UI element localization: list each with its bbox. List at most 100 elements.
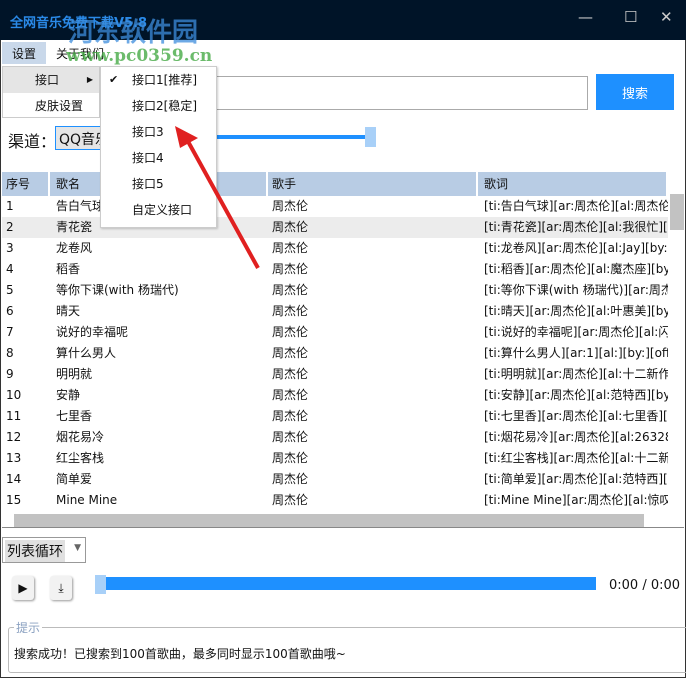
table-row[interactable]: 14 简单爱 周杰伦 [ti:简单爱][ar:周杰伦][al:范特西][... — [2, 469, 668, 490]
cell-lyrics: [ti:Mine Mine][ar:周杰伦][al:惊叹... — [484, 493, 668, 507]
cell-title: 龙卷风 — [56, 241, 93, 255]
table-row[interactable]: 5 等你下课(with 杨瑞代) 周杰伦 [ti:等你下课(with 杨瑞代)][ar… — [2, 280, 668, 301]
search-button[interactable]: 搜索 — [596, 74, 674, 110]
cell-artist: 周杰伦 — [272, 430, 309, 444]
table-row[interactable]: 13 红尘客栈 周杰伦 [ti:红尘客栈][ar:周杰伦][al:十二新... — [2, 448, 668, 469]
cell-lyrics: [ti:说好的幸福呢][ar:周杰伦][al:闪... — [484, 325, 668, 339]
table-row[interactable]: 4 稻香 周杰伦 [ti:稻香][ar:周杰伦][al:魔杰座][by:... — [2, 259, 668, 280]
cell-artist: 周杰伦 — [272, 388, 309, 402]
progress-handle[interactable] — [95, 575, 106, 594]
table-row[interactable]: 9 明明就 周杰伦 [ti:明明就][ar:周杰伦][al:十二新作... — [2, 364, 668, 385]
cell-index: 15 — [6, 493, 22, 507]
cell-title: 红尘客栈 — [56, 451, 105, 465]
interface-submenu: ✔ 接口1[推荐] 接口2[稳定] 接口3 接口4 接口5 自定义接口 — [100, 66, 217, 228]
submenu-arrow-icon: ▶ — [86, 75, 93, 84]
cell-lyrics: [ti:稻香][ar:周杰伦][al:魔杰座][by:... — [484, 262, 668, 276]
cell-lyrics: [ti:晴天][ar:周杰伦][al:叶惠美][by:... — [484, 304, 668, 318]
horizontal-scrollbar[interactable] — [2, 512, 684, 528]
progress-bar[interactable] — [100, 577, 596, 590]
col-lyrics[interactable]: 歌词 — [478, 172, 668, 196]
cell-title: Mine Mine — [56, 493, 118, 507]
cell-artist: 周杰伦 — [272, 493, 309, 507]
tip-message: 搜索成功！已搜索到100首歌曲，最多同时显示100首歌曲哦~ — [14, 647, 346, 661]
cell-artist: 周杰伦 — [272, 283, 309, 297]
cell-artist: 周杰伦 — [272, 367, 309, 381]
play-button[interactable]: ▶ — [12, 576, 34, 600]
cell-artist: 周杰伦 — [272, 472, 309, 486]
menu-item-interface[interactable]: 接口 ▶ — [3, 67, 99, 93]
play-mode-value: 列表循环 — [5, 540, 65, 562]
volume-slider-handle[interactable] — [365, 127, 376, 147]
cell-index: 2 — [6, 220, 14, 234]
watermark-url: www.pc0359.cn — [66, 46, 213, 66]
cell-artist: 周杰伦 — [272, 346, 309, 360]
chevron-down-icon: ▼ — [74, 543, 81, 553]
submenu-item-interface4[interactable]: 接口4 — [101, 145, 216, 171]
cell-index: 7 — [6, 325, 14, 339]
cell-lyrics: [ti:龙卷风][ar:周杰伦][al:Jay][by:]... — [484, 241, 668, 255]
scroll-thumb[interactable] — [14, 514, 644, 527]
minimize-button[interactable]: — — [578, 8, 593, 26]
volume-slider-track[interactable] — [217, 135, 367, 139]
cell-index: 8 — [6, 346, 14, 360]
scroll-thumb[interactable] — [670, 194, 684, 230]
submenu-item-label: 接口1[推荐] — [132, 73, 197, 87]
cell-lyrics: [ti:青花瓷][ar:周杰伦][al:我很忙][... — [484, 220, 668, 234]
menu-item-skin[interactable]: 皮肤设置 — [3, 93, 99, 119]
cell-index: 13 — [6, 451, 22, 465]
table-row[interactable]: 6 晴天 周杰伦 [ti:晴天][ar:周杰伦][al:叶惠美][by:... — [2, 301, 668, 322]
submenu-item-interface1[interactable]: ✔ 接口1[推荐] — [101, 67, 216, 93]
table-row[interactable]: 7 说好的幸福呢 周杰伦 [ti:说好的幸福呢][ar:周杰伦][al:闪... — [2, 322, 668, 343]
submenu-item-interface3[interactable]: 接口3 — [101, 119, 216, 145]
time-display: 0:00 / 0:00 — [609, 578, 681, 593]
cell-title: 算什么男人 — [56, 346, 117, 360]
cell-lyrics: [ti:烟花易冷][ar:周杰伦][al:26328... — [484, 430, 668, 444]
cell-title: 明明就 — [56, 367, 93, 381]
col-index[interactable]: 序号 — [2, 172, 50, 196]
title-bar: 全网音乐免费下载V5.8 河东软件园 — ☐ ✕ — [0, 0, 686, 48]
table-row[interactable]: 15 Mine Mine 周杰伦 [ti:Mine Mine][ar:周杰伦][al:… — [2, 490, 668, 511]
menu-item-label: 皮肤设置 — [35, 99, 84, 113]
download-button[interactable]: ⤓ — [50, 576, 72, 600]
cell-artist: 周杰伦 — [272, 262, 309, 276]
settings-menu: 接口 ▶ 皮肤设置 — [2, 66, 100, 118]
submenu-item-label: 接口3 — [132, 125, 164, 139]
submenu-item-interface2[interactable]: 接口2[稳定] — [101, 93, 216, 119]
cell-index: 4 — [6, 262, 14, 276]
channel-label: 渠道： — [8, 132, 57, 151]
col-artist[interactable]: 歌手 — [268, 172, 478, 196]
cell-index: 10 — [6, 388, 22, 402]
play-mode-select[interactable]: 列表循环 ▼ — [2, 537, 86, 563]
close-button[interactable]: ✕ — [660, 8, 673, 26]
submenu-item-interface5[interactable]: 接口5 — [101, 171, 216, 197]
menu-settings[interactable]: 设置 — [2, 42, 47, 64]
table-row[interactable]: 8 算什么男人 周杰伦 [ti:算什么男人][ar:1][al:][by:][offs… — [2, 343, 668, 364]
cell-lyrics: [ti:安静][ar:周杰伦][al:范特西][by:... — [484, 388, 668, 402]
cell-lyrics: [ti:七里香][ar:周杰伦][al:七里香][... — [484, 409, 668, 423]
cell-title: 安静 — [56, 388, 81, 402]
cell-lyrics: [ti:算什么男人][ar:1][al:][by:][offs... — [484, 346, 668, 360]
cell-title: 烟花易冷 — [56, 430, 105, 444]
table-row[interactable]: 12 烟花易冷 周杰伦 [ti:烟花易冷][ar:周杰伦][al:26328... — [2, 427, 668, 448]
cell-index: 12 — [6, 430, 22, 444]
cell-index: 1 — [6, 199, 14, 213]
cell-lyrics: [ti:告白气球][ar:周杰伦][al:周杰伦... — [484, 199, 668, 213]
cell-title: 说好的幸福呢 — [56, 325, 129, 339]
cell-index: 5 — [6, 283, 14, 297]
cell-title: 稻香 — [56, 262, 81, 276]
cell-title: 七里香 — [56, 409, 93, 423]
search-input[interactable] — [190, 76, 588, 110]
table-row[interactable]: 11 七里香 周杰伦 [ti:七里香][ar:周杰伦][al:七里香][... — [2, 406, 668, 427]
cell-artist: 周杰伦 — [272, 304, 309, 318]
table-row[interactable]: 3 龙卷风 周杰伦 [ti:龙卷风][ar:周杰伦][al:Jay][by:]... — [2, 238, 668, 259]
cell-lyrics: [ti:简单爱][ar:周杰伦][al:范特西][... — [484, 472, 668, 486]
cell-artist: 周杰伦 — [272, 409, 309, 423]
play-icon: ▶ — [18, 581, 28, 595]
submenu-item-custom[interactable]: 自定义接口 — [101, 197, 216, 223]
table-row[interactable]: 10 安静 周杰伦 [ti:安静][ar:周杰伦][al:范特西][by:... — [2, 385, 668, 406]
cell-artist: 周杰伦 — [272, 451, 309, 465]
cell-artist: 周杰伦 — [272, 325, 309, 339]
cell-lyrics: [ti:等你下课(with 杨瑞代)][ar:周杰... — [484, 283, 668, 297]
vertical-scrollbar[interactable] — [668, 172, 684, 512]
maximize-button[interactable]: ☐ — [624, 8, 637, 26]
